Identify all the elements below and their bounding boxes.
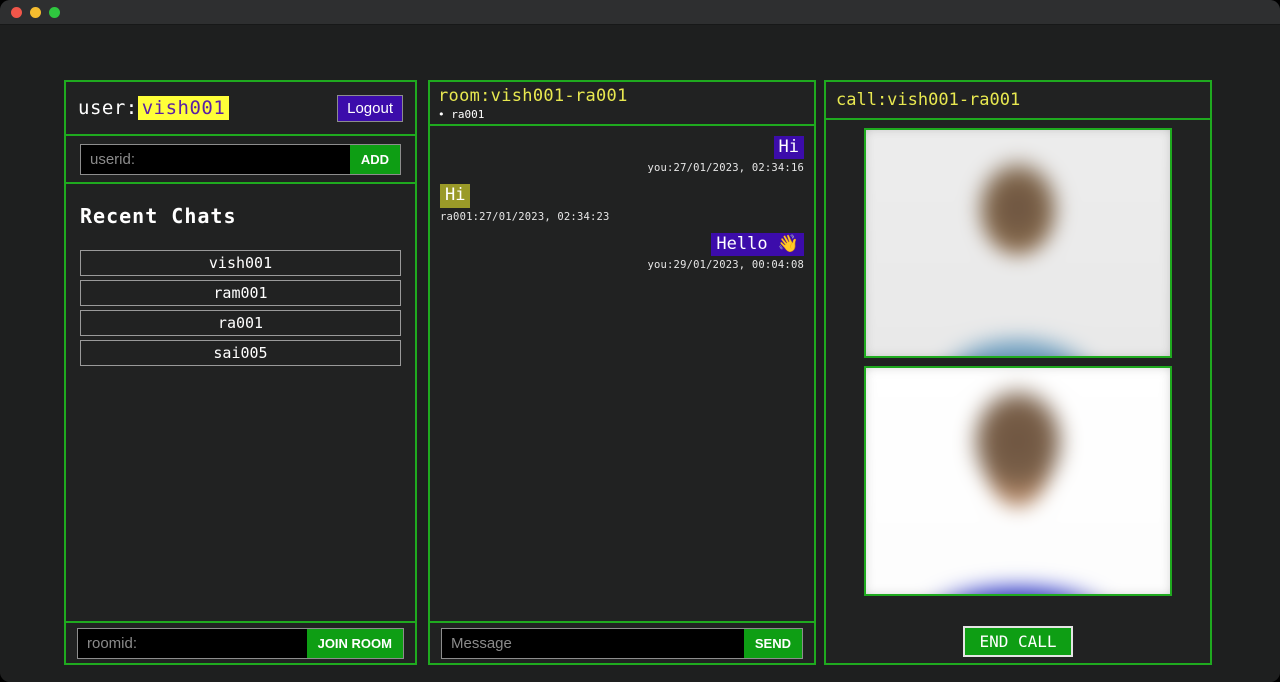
message-item: Hi you:27/01/2023, 02:34:16 bbox=[440, 136, 804, 174]
app-window: user: vish001 Logout ADD Recent Chats vi… bbox=[0, 0, 1280, 682]
message-list: Hi you:27/01/2023, 02:34:16 Hi ra001:27/… bbox=[430, 126, 814, 621]
message-meta: ra001:27/01/2023, 02:34:23 bbox=[440, 210, 610, 223]
userid-input[interactable] bbox=[81, 144, 350, 174]
recent-chats-area: Recent Chats vish001 ram001 ra001 sai005 bbox=[66, 184, 415, 621]
logout-button[interactable]: Logout bbox=[337, 94, 403, 122]
message-bubble: Hello 👋 bbox=[711, 232, 804, 256]
video-area bbox=[826, 120, 1210, 619]
user-prefix: user: bbox=[78, 97, 138, 119]
chat-list-item[interactable]: sai005 bbox=[80, 340, 401, 366]
username-value: vish001 bbox=[137, 96, 230, 120]
message-compose-bar: SEND bbox=[430, 621, 814, 663]
chat-list-item[interactable]: vish001 bbox=[80, 250, 401, 276]
local-video-feed bbox=[866, 368, 1170, 594]
room-members: • ra001 bbox=[438, 108, 485, 121]
current-user-row: user: vish001 Logout bbox=[66, 82, 415, 136]
message-bubble: Hi bbox=[440, 184, 471, 208]
room-header: room:vish001-ra001 • ra001 bbox=[430, 82, 814, 126]
message-item: Hi ra001:27/01/2023, 02:34:23 bbox=[440, 184, 804, 223]
add-user-button[interactable]: ADD bbox=[349, 144, 400, 174]
join-room-button[interactable]: JOIN ROOM bbox=[306, 628, 403, 658]
minimize-button[interactable] bbox=[30, 6, 41, 18]
chat-list-item[interactable]: ram001 bbox=[80, 280, 401, 306]
recent-chats-title: Recent Chats bbox=[80, 204, 237, 228]
remote-video-tile[interactable] bbox=[864, 128, 1172, 358]
message-meta: you:29/01/2023, 00:04:08 bbox=[647, 258, 804, 271]
send-button[interactable]: SEND bbox=[743, 628, 802, 658]
end-call-button[interactable]: END CALL bbox=[963, 625, 1073, 657]
chat-panel: room:vish001-ra001 • ra001 Hi you:27/01/… bbox=[428, 80, 816, 665]
close-button[interactable] bbox=[11, 6, 22, 18]
local-video-tile[interactable] bbox=[864, 366, 1172, 596]
app-body: user: vish001 Logout ADD Recent Chats vi… bbox=[0, 25, 1280, 682]
join-room-bar: JOIN ROOM bbox=[66, 621, 415, 663]
message-item: Hello 👋 you:29/01/2023, 00:04:08 bbox=[440, 232, 804, 271]
message-input-group: SEND bbox=[441, 627, 803, 659]
message-input[interactable] bbox=[442, 628, 744, 658]
roomid-input[interactable] bbox=[78, 628, 307, 658]
call-title: call:vish001-ra001 bbox=[836, 90, 1021, 110]
call-header: call:vish001-ra001 bbox=[826, 82, 1210, 120]
message-meta: you:27/01/2023, 02:34:16 bbox=[647, 162, 804, 175]
room-title: room:vish001-ra001 bbox=[438, 86, 628, 106]
title-bar bbox=[0, 0, 1280, 25]
join-room-group: JOIN ROOM bbox=[77, 627, 404, 659]
users-panel: user: vish001 Logout ADD Recent Chats vi… bbox=[64, 80, 417, 665]
add-user-row: ADD bbox=[66, 136, 415, 184]
message-bubble: Hi bbox=[773, 136, 804, 160]
add-user-group: ADD bbox=[80, 143, 401, 175]
current-user-label: user: vish001 bbox=[78, 96, 230, 120]
call-panel: call:vish001-ra001 END CALL bbox=[824, 80, 1212, 665]
remote-video-feed bbox=[866, 130, 1170, 356]
zoom-button[interactable] bbox=[49, 6, 60, 18]
chat-list-item[interactable]: ra001 bbox=[80, 310, 401, 336]
call-footer: END CALL bbox=[826, 619, 1210, 663]
